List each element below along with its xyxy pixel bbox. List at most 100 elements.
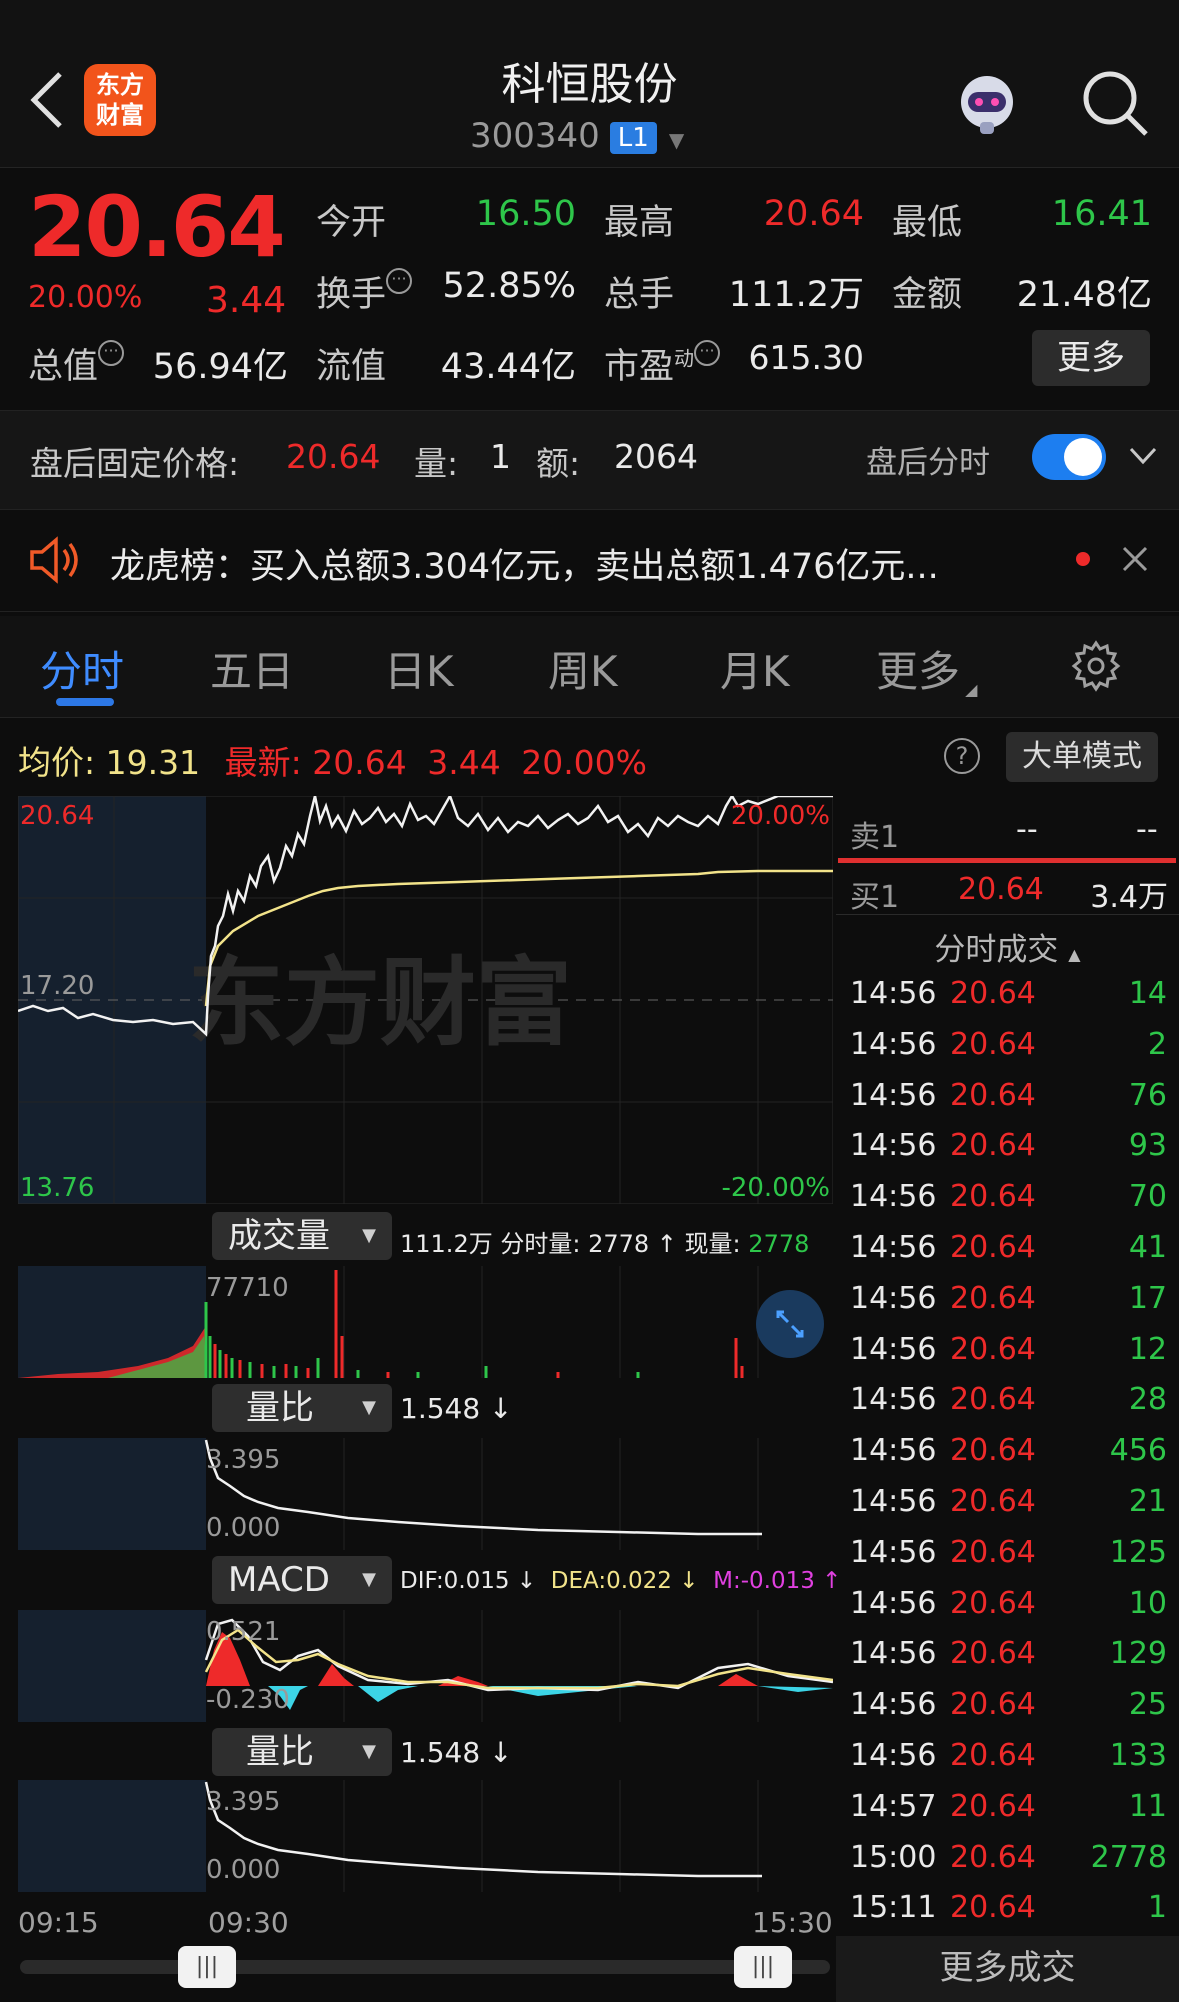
after-hours-amt-label: 额: [536,444,581,483]
trade-price: 20.64 [950,1230,1036,1265]
pe-label: 市盈动 ··· [604,338,721,389]
trade-volume: 17 [1128,1280,1167,1316]
trade-row: 14:56 20.64 14 [836,968,1179,1019]
tab-monthly-k[interactable]: 月K [720,638,790,699]
trade-volume: 1 [1147,1890,1167,1926]
trade-time: 14:56 [850,1433,937,1469]
big-order-mode-button[interactable]: 大单模式 [1006,732,1158,782]
after-hours-toggle[interactable] [1032,434,1106,480]
search-icon[interactable] [1080,68,1150,138]
trade-price: 20.64 [950,1331,1036,1367]
trade-row: 15:11 20.64 1 [836,1882,1179,1933]
low-label: 最低 [892,203,963,243]
tab-more[interactable]: 更多 ◢ [876,638,977,699]
amount-value: 21.48亿 [1016,275,1152,315]
info-dots-icon[interactable]: ··· [694,340,721,366]
range-handle-left[interactable]: ||| [178,1946,236,1988]
trade-row: 14:56 20.64 125 [836,1527,1179,1578]
trade-row: 14:56 20.64 28 [836,1374,1179,1425]
buy1-label: 买1 [850,880,900,915]
trade-volume: 11 [1128,1788,1167,1824]
stock-code: 300340 [470,116,600,156]
trade-row: 14:56 20.64 93 [836,1120,1179,1171]
turnover-label: 换手 ··· [316,266,413,317]
ratio-value-2: 1.548 ↓ [400,1736,513,1769]
order-book-panel: 卖1 -- -- 买1 20.64 3.4万 分时成交 ▲ 14:56 20.64… [836,800,1179,2002]
after-hours-label: 盘后固定价格: [30,444,240,483]
trade-time: 14:56 [850,1077,937,1113]
trade-price: 20.64 [950,1636,1036,1672]
trade-price: 20.64 [950,1026,1036,1062]
buy1-price: 20.64 [958,872,1044,907]
open-value: 16.50 [475,194,576,234]
trade-time: 14:56 [850,1280,937,1316]
volume-chart[interactable]: 77710 [18,1266,833,1378]
stock-code-selector[interactable]: 300340 L1 ▼ [470,116,684,160]
more-trades-button[interactable]: 更多成交 [836,1936,1179,2002]
after-hours-vol: 1 [490,437,511,476]
caret-down-icon: ▼ [362,1397,376,1418]
help-icon[interactable]: ? [944,738,980,774]
ratio-indicator-selector-2[interactable]: 量比 ▼ [212,1728,392,1776]
axis-top-pct: 20.00% [731,801,830,831]
volume-ratio-chart-2[interactable]: 3.395 0.000 [18,1780,833,1892]
caret-down-icon: ▼ [362,1225,376,1246]
sell1-price: -- [1016,812,1038,847]
caret-down-icon: ▼ [362,1741,376,1762]
macd-min-label: -0.230 [206,1685,290,1715]
info-dots-icon[interactable]: ··· [386,268,413,294]
trade-row: 14:56 20.64 21 [836,1476,1179,1527]
buy1-row: 买1 20.64 3.4万 [836,864,1179,915]
more-quote-button[interactable]: 更多 [1032,330,1150,386]
volume-label: 总手 [604,275,675,315]
volume-ratio-chart[interactable]: 3.395 0.000 [18,1438,833,1550]
chevron-down-icon[interactable] [1128,444,1158,468]
trade-row: 14:56 20.64 25 [836,1679,1179,1730]
time-tick: 09:15 [18,1906,99,1939]
trade-row: 14:56 20.64 76 [836,1070,1179,1121]
ratio-value: 1.548 ↓ [400,1392,513,1425]
trade-row: 14:56 20.64 129 [836,1628,1179,1679]
tab-weekly-k[interactable]: 周K [548,638,618,699]
info-dots-icon[interactable]: ··· [98,340,125,366]
avg-price-label: 均价: [18,743,96,782]
watermark: 东方财富 [188,947,572,1059]
range-handle-right[interactable]: ||| [734,1946,792,1988]
low-value: 16.41 [1051,194,1152,234]
latest-change: 3.44 [427,743,501,782]
macd-chart[interactable]: 0.521 -0.230 [18,1610,833,1722]
gear-icon[interactable] [1070,640,1122,692]
close-icon[interactable] [1120,544,1150,574]
news-text[interactable]: 龙虎榜：买入总额3.304亿元，卖出总额1.476亿元... [110,538,939,589]
trade-price: 20.64 [950,1738,1036,1773]
trade-row: 15:00 20.64 2778 [836,1832,1179,1883]
latest-pct: 20.00% [521,743,648,782]
trade-volume: 10 [1128,1585,1167,1621]
ratio-indicator-selector[interactable]: 量比 ▼ [212,1384,392,1432]
tab-intraday[interactable]: 分时 [40,638,124,699]
time-range-track [20,1960,830,1974]
trade-price: 20.64 [950,1280,1036,1316]
trade-price: 20.64 [950,1839,1036,1875]
trade-time: 14:57 [850,1788,937,1824]
macd-indicator-selector[interactable]: MACD ▼ [212,1556,392,1604]
robot-assistant-icon[interactable] [950,66,1024,140]
volume-indicator-selector[interactable]: 成交量 ▼ [212,1212,392,1260]
tab-daily-k[interactable]: 日K [384,638,454,699]
after-hours-bar: 盘后固定价格: 20.64 量: 1 额: 2064 盘后分时 [0,410,1179,510]
caret-down-icon: ▼ [362,1569,376,1590]
trades-title[interactable]: 分时成交 ▲ [836,918,1179,969]
trade-volume: 125 [1109,1534,1167,1570]
volume-max-label: 77710 [206,1273,289,1303]
trade-time: 14:56 [850,1534,937,1570]
volume-info: 111.2万 分时量: 2778 ↑ 现量: 2778 [400,1230,810,1258]
tab-five-day[interactable]: 五日 [210,638,294,699]
price-chart[interactable]: 东方财富 20.64 17.20 13.76 20.00% -20.00% [18,796,833,1204]
trade-price: 20.64 [950,1788,1036,1824]
trade-time: 14:56 [850,1738,937,1773]
trade-row: 14:56 20.64 10 [836,1578,1179,1629]
trade-row: 14:56 20.64 41 [836,1222,1179,1273]
speaker-icon [30,536,78,584]
expand-icon[interactable] [756,1290,824,1358]
high-value: 20.64 [763,194,864,234]
